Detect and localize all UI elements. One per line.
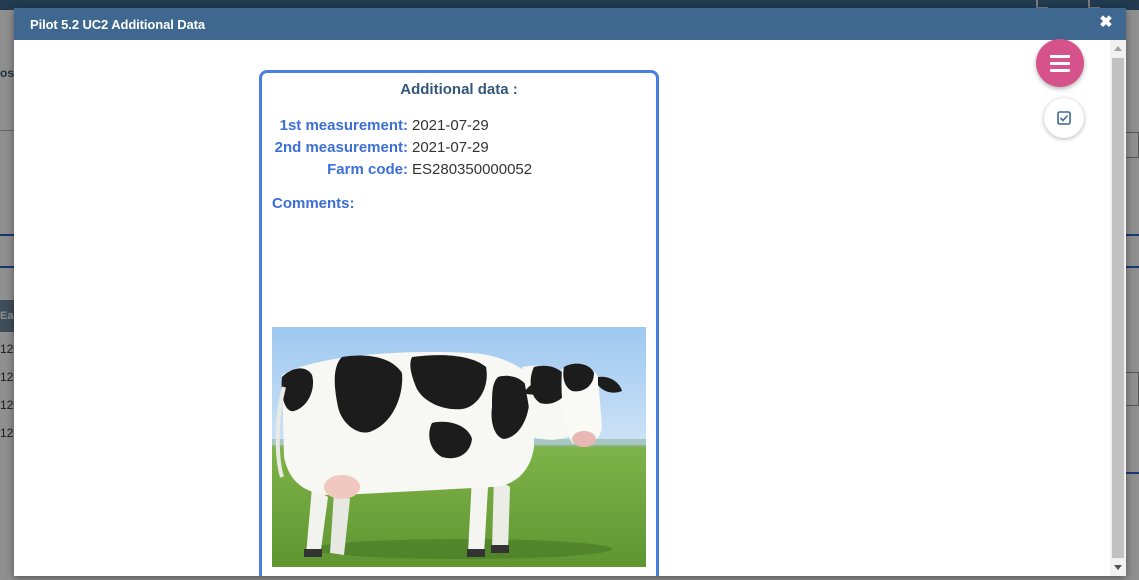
scrollbar-thumb[interactable]: [1112, 58, 1124, 558]
checklist-button[interactable]: [1044, 98, 1084, 138]
cow-illustration: [272, 327, 646, 567]
close-icon: ✖: [1099, 14, 1113, 31]
vertical-scrollbar[interactable]: [1110, 40, 1126, 576]
field-label: Farm code:: [327, 161, 408, 178]
menu-button[interactable]: [1036, 39, 1084, 87]
card-title: Additional data :: [400, 81, 518, 98]
checklist-icon: [1057, 111, 1071, 125]
modal-body[interactable]: Additional data : 1st measurement: 2021-…: [14, 40, 1110, 576]
field-value: 2021-07-29: [412, 117, 489, 134]
field-row-farm-code: Farm code: ES280350000052: [262, 161, 656, 183]
field-label: 1st measurement:: [279, 117, 408, 134]
modal-title: Pilot 5.2 UC2 Additional Data: [30, 16, 206, 32]
modal-header: Pilot 5.2 UC2 Additional Data ✖: [14, 8, 1126, 40]
additional-data-card: Additional data : 1st measurement: 2021-…: [259, 70, 659, 576]
field-row-first-measurement: 1st measurement: 2021-07-29: [262, 117, 656, 139]
comments-label: Comments:: [272, 195, 355, 212]
field-label: 2nd measurement:: [274, 139, 408, 156]
scroll-up-arrow-icon[interactable]: [1114, 46, 1122, 51]
field-row-second-measurement: 2nd measurement: 2021-07-29: [262, 139, 656, 161]
field-value: 2021-07-29: [412, 139, 489, 156]
modal-dialog: Pilot 5.2 UC2 Additional Data ✖ Addition…: [14, 8, 1126, 576]
comments-text: [272, 219, 646, 319]
close-button[interactable]: ✖: [1098, 14, 1114, 32]
field-value: ES280350000052: [412, 161, 533, 178]
cow-photo: [272, 327, 646, 567]
scroll-down-arrow-icon[interactable]: [1114, 565, 1122, 570]
